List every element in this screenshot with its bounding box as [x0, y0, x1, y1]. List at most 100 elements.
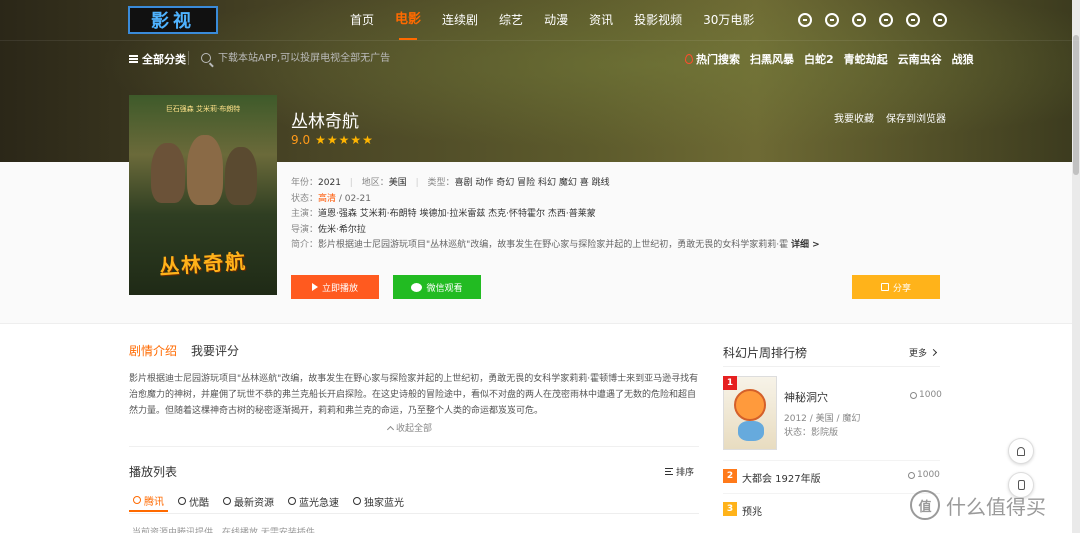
source-tab[interactable]: 独家蓝光	[349, 490, 408, 512]
nav-series[interactable]: 连续剧	[442, 0, 478, 40]
hot-searches: 热门搜索 扫黑风暴 白蛇2 青蛇劫起 云南虫谷 战狼	[685, 51, 984, 67]
hot-search-item[interactable]: 战狼	[952, 51, 974, 67]
movie-poster[interactable]: 巨石强森 艾米莉·布朗特 丛林奇航	[129, 95, 277, 295]
ranking-item-title[interactable]: 神秘洞穴	[784, 389, 828, 405]
nav-anime[interactable]: 动漫	[544, 0, 568, 40]
favorite-link[interactable]: 我要收藏	[834, 110, 874, 125]
intro-more-link[interactable]: 详细 >	[791, 240, 820, 250]
share-icon	[880, 283, 889, 291]
heat-count: 1000	[910, 390, 942, 400]
play-icon	[311, 283, 318, 291]
hot-search-label: 热门搜索	[696, 53, 740, 66]
hot-search-item[interactable]: 青蛇劫起	[844, 51, 888, 67]
save-to-browser-link[interactable]: 保存到浏览器	[886, 110, 946, 125]
wechat-icon	[411, 282, 423, 292]
divider	[129, 446, 699, 447]
all-categories-label: 全部分类	[142, 53, 186, 66]
search-icon[interactable]	[201, 53, 211, 63]
source-tab[interactable]: 最新资源	[219, 490, 278, 512]
nav-movie[interactable]: 电影	[395, 0, 421, 40]
ranking-more-link[interactable]: 更多	[909, 346, 938, 359]
divider	[723, 493, 940, 494]
ranking-item-status: 状态：影院版	[784, 428, 839, 438]
nav-icon-group	[798, 13, 947, 27]
synopsis-text: 影片根据迪士尼园游玩项目"丛林巡航"改编，故事发生在野心家与探险家并起的上世纪初…	[129, 374, 699, 416]
source-icon	[353, 497, 361, 505]
fire-icon	[685, 54, 693, 64]
history-icon[interactable]	[798, 13, 812, 27]
rating-score: 9.0	[291, 133, 311, 147]
hot-search-item[interactable]: 云南虫谷	[898, 51, 942, 67]
tab-synopsis[interactable]: 剧情介绍	[129, 342, 177, 359]
divider	[723, 460, 940, 461]
star-icon: ★	[315, 133, 326, 147]
watermark-logo: 值	[910, 490, 940, 520]
source-tab[interactable]: 优酷	[174, 490, 213, 512]
source-tabs: 腾讯 优酷 最新资源 蓝光急速 独家蓝光	[129, 490, 414, 512]
download-icon[interactable]	[906, 13, 920, 27]
sort-icon	[665, 468, 673, 475]
cast-values[interactable]: 道恩·强森 艾米莉·布朗特 埃德加·拉米雷兹 杰克·怀特霍尔 杰西·普莱蒙	[318, 209, 596, 219]
gift-icon[interactable]	[852, 13, 866, 27]
info-line-intro: 简介：影片根据迪士尼园游玩项目"丛林巡航"改编，故事发生在野心家与探险家并起的上…	[291, 240, 820, 250]
divider	[723, 366, 940, 367]
site-logo[interactable]: 影视	[128, 6, 218, 34]
poster-figure	[151, 143, 185, 203]
divider	[129, 513, 699, 514]
user-icon[interactable]	[933, 13, 947, 27]
region-value[interactable]: 美国	[389, 178, 407, 188]
collapse-button[interactable]: 收起全部	[386, 421, 432, 434]
star-icon: ★	[350, 133, 362, 147]
director-value[interactable]: 佐米·希尔拉	[318, 225, 366, 235]
nav-300k-movies[interactable]: 30万电影	[703, 0, 754, 40]
wechat-watch-button[interactable]: 微信观看	[393, 275, 481, 299]
rank-badge: 1	[723, 376, 737, 390]
rank-badge: 3	[723, 502, 737, 516]
star-icon: ★	[326, 133, 338, 147]
heat-icon	[910, 391, 917, 399]
source-icon	[133, 496, 141, 504]
info-line-status: 状态：高清 / 02-21	[291, 193, 371, 204]
play-now-button[interactable]: 立即播放	[291, 275, 379, 299]
detail-tabs: 剧情介绍 我要评分	[129, 342, 239, 359]
movie-info: 年份：2021 | 地区：美国 | 类型：喜剧 动作 奇幻 冒险 科幻 魔幻 喜…	[291, 176, 820, 254]
sub-bar: 全部分类 热门搜索 扫黑风暴 白蛇2 青蛇劫起 云南虫谷 战狼	[0, 40, 1080, 74]
source-icon	[288, 497, 296, 505]
all-categories-button[interactable]: 全部分类	[129, 51, 186, 67]
box-icon[interactable]	[879, 13, 893, 27]
source-tab[interactable]: 腾讯	[129, 490, 168, 512]
share-button[interactable]: 分享	[852, 275, 940, 299]
source-tab[interactable]: 蓝光急速	[284, 490, 343, 512]
search-input[interactable]	[218, 50, 518, 66]
heat-count: 1000	[908, 470, 940, 480]
sort-button[interactable]: 排序	[665, 465, 694, 478]
type-values[interactable]: 喜剧 动作 奇幻 冒险 科幻 魔幻 喜 跳线	[455, 178, 610, 188]
poster-title: 丛林奇航	[158, 248, 248, 280]
hot-search-item[interactable]: 扫黑风暴	[750, 51, 794, 67]
ranking-item-title[interactable]: 预兆	[742, 503, 762, 518]
nav-home[interactable]: 首页	[350, 0, 374, 40]
movie-title: 丛林奇航	[291, 112, 359, 132]
chevron-up-icon	[386, 425, 395, 433]
source-notice: 当前资源由腾讯提供，在线播放 无需安装插件	[132, 528, 315, 533]
ranking-item-title[interactable]: 大都会 1927年版	[742, 470, 821, 485]
year-value[interactable]: 2021	[318, 178, 341, 188]
phone-icon	[1017, 480, 1025, 490]
hot-search-item[interactable]: 白蛇2	[804, 51, 834, 67]
ranking-item-meta: 2012 / 美国 / 魔幻	[784, 414, 861, 424]
source-icon	[223, 497, 231, 505]
divider	[188, 51, 189, 65]
update-date: / 02-21	[338, 193, 371, 204]
header-actions: 我要收藏 保存到浏览器	[834, 110, 946, 125]
nav-news[interactable]: 资讯	[589, 0, 613, 40]
intro-text: 影片根据迪士尼园游玩项目"丛林巡航"改编，故事发生在野心家与探险家并起的上世纪初…	[318, 240, 789, 250]
page-scrollbar[interactable]	[1072, 0, 1080, 533]
info-line-director: 导演：佐米·希尔拉	[291, 224, 366, 235]
nav-variety[interactable]: 综艺	[499, 0, 523, 40]
notification-float-button[interactable]	[1008, 438, 1034, 464]
tab-rating[interactable]: 我要评分	[191, 342, 239, 359]
menu-icon	[129, 55, 138, 63]
message-icon[interactable]	[825, 13, 839, 27]
nav-projection-video[interactable]: 投影视频	[634, 0, 682, 40]
watermark-text: 什么值得买	[946, 494, 1046, 519]
